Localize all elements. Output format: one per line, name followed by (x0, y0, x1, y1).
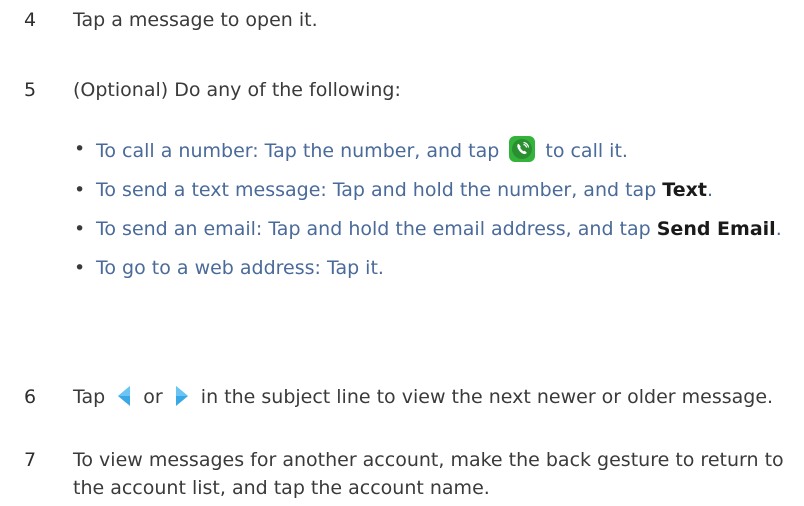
step-text-part: in the subject line to view the next new… (200, 386, 774, 408)
step-number: 5 (24, 79, 37, 101)
bullet-dot: • (74, 179, 86, 201)
bullet-text: To call a number: Tap the number, and ta… (96, 140, 500, 162)
step-text-part: or (143, 386, 163, 408)
step-text: Tap or in the subject line to view the n… (73, 383, 793, 411)
bullet-text: To send an email: Tap and hold the email… (96, 218, 651, 240)
bullet-dot: • (74, 257, 86, 279)
bullet-text: . (775, 218, 782, 240)
bullet-dot: • (74, 218, 86, 240)
next-arrow-icon (175, 386, 188, 406)
step-text: Tap a message to open it. (73, 9, 318, 31)
list-item: • To send an email: Tap and hold the ema… (74, 216, 804, 243)
bullet-text: To send a text message: Tap and hold the… (96, 179, 657, 201)
step-text: To view messages for another account, ma… (73, 449, 784, 499)
options-list: • To call a number: Tap the number, and … (74, 136, 804, 294)
bullet-text: . (706, 179, 714, 201)
list-item: • To send a text message: Tap and hold t… (74, 177, 804, 204)
bullet-text: to call it. (545, 140, 628, 162)
bold-label: Send Email (656, 218, 776, 240)
step-text: (Optional) Do any of the following: (73, 79, 401, 101)
list-item: • To call a number: Tap the number, and … (74, 136, 804, 165)
step-number: 4 (24, 9, 37, 31)
step-text-part: Tap (73, 386, 106, 408)
step-number: 6 (24, 386, 37, 408)
bullet-dot: • (74, 138, 86, 160)
previous-arrow-icon (118, 386, 131, 406)
phone-call-icon (509, 136, 536, 162)
list-item: • To go to a web address: Tap it. (74, 255, 804, 282)
bullet-text: To go to a web address: Tap it. (96, 257, 384, 279)
step-number: 7 (24, 449, 37, 471)
bold-label: Text (662, 179, 707, 201)
